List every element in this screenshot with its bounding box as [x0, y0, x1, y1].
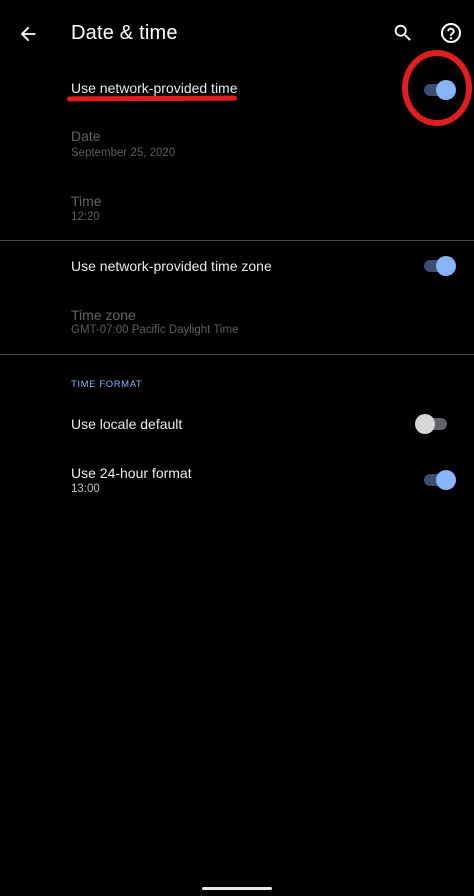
- timezone-label: Time zone: [71, 307, 136, 323]
- network-timezone-label: Use network-provided time zone: [71, 258, 272, 274]
- date-label: Date: [71, 128, 101, 144]
- time-label: Time: [71, 193, 102, 209]
- search-icon: [394, 24, 411, 41]
- toggle-thumb: [436, 256, 456, 276]
- search-button[interactable]: [388, 18, 418, 48]
- network-timezone-row[interactable]: Use network-provided time zone: [0, 241, 474, 291]
- divider: [0, 354, 474, 355]
- gesture-nav-handle[interactable]: [202, 887, 272, 890]
- locale-default-label: Use locale default: [71, 416, 183, 432]
- help-button[interactable]: [436, 18, 466, 48]
- timezone-value: GMT-07:00 Pacific Daylight Time: [71, 324, 239, 336]
- timezone-row[interactable]: Time zone GMT-07:00 Pacific Daylight Tim…: [0, 298, 474, 350]
- network-timezone-toggle[interactable]: [422, 255, 456, 276]
- arrow-left-icon: [20, 26, 36, 42]
- hour24-toggle[interactable]: [422, 469, 456, 490]
- locale-default-toggle[interactable]: [415, 413, 449, 434]
- hour24-value: 13:00: [71, 483, 100, 495]
- back-button[interactable]: [12, 18, 44, 50]
- hour24-row[interactable]: Use 24-hour format 13:00: [0, 452, 474, 504]
- network-time-label: Use network-provided time: [71, 80, 238, 96]
- page-title: Date & time: [71, 22, 178, 44]
- toggle-thumb: [415, 414, 435, 434]
- toggle-thumb: [436, 470, 456, 490]
- annotation-circle: [402, 50, 472, 126]
- hour24-label: Use 24-hour format: [71, 465, 192, 481]
- date-value: September 25, 2020: [71, 147, 176, 159]
- help-icon: [441, 23, 461, 43]
- locale-default-row[interactable]: Use locale default: [0, 400, 474, 446]
- app-bar: Date & time: [0, 0, 474, 68]
- time-row[interactable]: Time 12:20: [0, 186, 474, 238]
- annotation-underline: [66, 95, 238, 102]
- date-row[interactable]: Date September 25, 2020: [0, 120, 474, 182]
- time-value: 12:20: [71, 211, 100, 223]
- section-header-time-format: TIME FORMAT: [71, 379, 143, 390]
